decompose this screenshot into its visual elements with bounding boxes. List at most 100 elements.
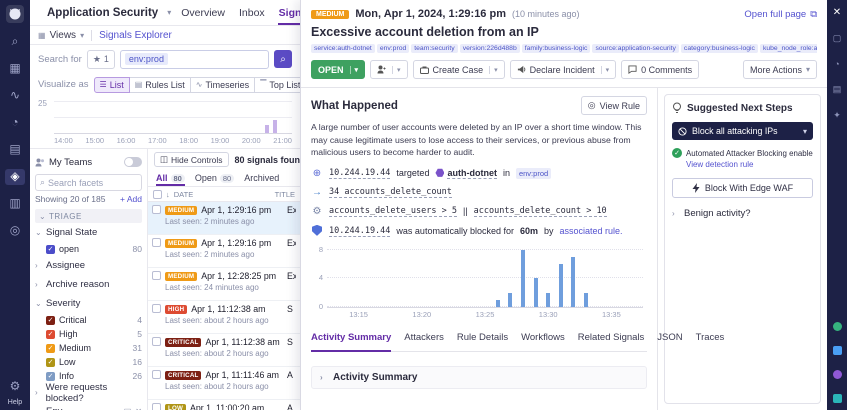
apm-icon[interactable]: ◔ [5,115,25,131]
facet-section-assignee[interactable]: ›Assignee [35,256,142,275]
triage-section-header[interactable]: ⌄ TRIAGE [35,209,142,223]
add-facet-button[interactable]: + Add [120,194,142,204]
dashboards-icon[interactable]: ▥ [5,196,25,212]
title-column-header[interactable]: TITLE [275,190,295,199]
panel-tab-rule-details[interactable]: Rule Details [457,332,508,351]
select-all-checkbox[interactable] [153,190,162,199]
facet-value-high[interactable]: ✓High5 [35,327,142,341]
signal-row[interactable]: MEDIUMApr 1, 12:28:25 pmLast seen: 24 mi… [148,268,300,301]
block-attacking-ips-button[interactable]: Block all attacking IPs ▾ [672,122,813,140]
rail-star-icon[interactable]: ✦ [833,110,841,121]
tag-service-auth-dotnet[interactable]: service:auth-dotnet [311,44,375,53]
facet-search-input[interactable]: ⌕ Search facets [35,174,142,191]
row-checkbox[interactable] [152,238,161,247]
row-checkbox[interactable] [152,304,161,313]
chart-plot[interactable]: 048 [327,250,643,308]
close-panel-icon[interactable]: ✕ [833,7,841,18]
monitors-icon[interactable]: ◎ [5,223,25,239]
checkbox-icon[interactable]: ✓ [46,358,55,367]
hide-controls-button[interactable]: ◫ Hide Controls [154,152,229,167]
panel-tab-workflows[interactable]: Workflows [521,332,565,351]
panel-tab-activity-summary[interactable]: Activity Summary [311,332,391,351]
chevron-down-icon[interactable]: ▾ [167,8,171,17]
facet-value-critical[interactable]: ✓Critical4 [35,313,142,327]
settings-gear-icon[interactable]: ⚙ [5,379,25,395]
view-rule-button[interactable]: ◎ View Rule [581,96,647,115]
facet-section-were-requests-blocked[interactable]: ›Were requests blocked? [35,383,142,402]
open-full-page-link[interactable]: Open full page ⧉ [744,9,817,20]
facet-section-archive-reason[interactable]: ›Archive reason [35,275,142,294]
metrics-icon[interactable]: ∿ [5,88,25,104]
status-open-button[interactable]: OPEN ▾ [311,60,365,79]
create-case-button[interactable]: Create Case ▾ [413,60,505,79]
event-text[interactable]: 34 accounts_delete_count [329,187,452,198]
checkbox-icon[interactable]: ✓ [46,330,55,339]
signal-row[interactable]: MEDIUMApr 1, 1:29:16 pmLast seen: 2 minu… [148,202,300,235]
associated-rule-link[interactable]: associated rule. [560,226,623,236]
signal-row[interactable]: MEDIUMApr 1, 1:29:16 pmLast seen: 2 minu… [148,235,300,268]
assign-user-button[interactable]: ▾ [370,60,408,79]
event-text[interactable]: 10.244.19.44 [329,226,390,237]
my-teams-filter[interactable]: My Teams [35,153,142,171]
security-icon[interactable]: ◈ [5,169,25,185]
tag-source-application-security[interactable]: source:application-security [592,44,678,53]
chevron-down-icon[interactable]: ▾ [601,66,610,74]
saved-views-button[interactable]: ★ 1 [87,50,115,69]
signal-row[interactable]: CRITICALApr 1, 11:12:38 amLast seen: abo… [148,334,300,367]
app-icon-blue[interactable] [833,346,842,355]
views-button[interactable]: ▦ Views ▾ [38,30,84,41]
tag-family-business-logic[interactable]: family:business-logic [522,44,591,53]
app-icon-teal[interactable] [833,394,842,403]
chevron-down-icon[interactable]: ▾ [392,66,401,74]
signals-explorer-link[interactable]: Signals Explorer [99,30,172,41]
checkbox-icon[interactable]: ✓ [46,245,55,254]
query-tag[interactable]: env:prod [125,53,168,65]
help-label[interactable]: Help [8,399,22,406]
checkbox-icon[interactable]: ✓ [46,372,55,381]
activity-summary-section-header[interactable]: › Activity Summary [311,366,647,389]
viz-option-timeseries[interactable]: ∿Timeseries [191,77,255,93]
event-text[interactable]: accounts_delete_count > 10 [474,206,607,217]
row-checkbox[interactable] [152,370,161,379]
search-icon[interactable]: ⌕ [5,34,25,50]
tag-kube-node-role-agent[interactable]: kube_node_role:agent [760,44,817,53]
timeline-plot[interactable] [54,101,292,134]
row-checkbox[interactable] [152,205,161,214]
rail-list-icon[interactable]: ▤ [833,84,842,95]
logs-icon[interactable]: ▤ [5,142,25,158]
signal-row[interactable]: CRITICALApr 1, 11:11:46 amLast seen: abo… [148,367,300,400]
search-options-button[interactable]: ⌕ [274,50,292,68]
chevron-down-icon[interactable]: ▾ [350,66,359,74]
app-icon-purple[interactable] [833,370,842,379]
facet-value-medium[interactable]: ✓Medium31 [35,341,142,355]
tag-env-prod[interactable]: env:prod [377,44,409,53]
tab-inbox[interactable]: Inbox [238,1,266,25]
search-input[interactable]: env:prod [120,50,269,69]
panel-tab-traces[interactable]: Traces [696,332,725,351]
checkbox-icon[interactable]: ✓ [46,316,55,325]
facet-section-signal-state[interactable]: ⌄Signal State [35,223,142,242]
viz-option-list[interactable]: ☰List [94,77,130,93]
viz-option-top-list[interactable]: ▔Top List [255,77,306,93]
tab-overview[interactable]: Overview [180,1,226,25]
checkbox-icon[interactable]: ✓ [46,344,55,353]
tag-category-business-logic[interactable]: category:business-logic [681,44,758,53]
facet-value-open[interactable]: ✓open80 [35,242,142,256]
event-text[interactable]: accounts_delete_users > 5 [329,206,457,217]
infrastructure-icon[interactable]: ▦ [5,61,25,77]
block-with-edge-waf-button[interactable]: Block With Edge WAF [672,178,813,198]
app-title[interactable]: Application Security [47,7,158,19]
signal-row[interactable]: LOWApr 1, 11:00:20 amA [148,400,300,410]
rail-grid-icon[interactable]: ▢ [833,33,842,44]
tag-version-226d488b[interactable]: version:226d488b [460,44,520,53]
service-name[interactable]: auth-dotnet [435,168,497,178]
signal-row[interactable]: HIGHApr 1, 11:12:38 amLast seen: about 2… [148,301,300,334]
rail-clock-icon[interactable]: ◔ [834,59,839,69]
row-checkbox[interactable] [152,337,161,346]
app-icon-green[interactable] [833,322,842,331]
viz-option-rules-list[interactable]: ▤Rules List [130,77,191,93]
date-column-header[interactable]: DATE [174,190,193,199]
event-text[interactable]: 10.244.19.44 [329,168,390,179]
my-teams-toggle[interactable] [124,157,142,167]
panel-tab-json[interactable]: JSON [657,332,682,351]
